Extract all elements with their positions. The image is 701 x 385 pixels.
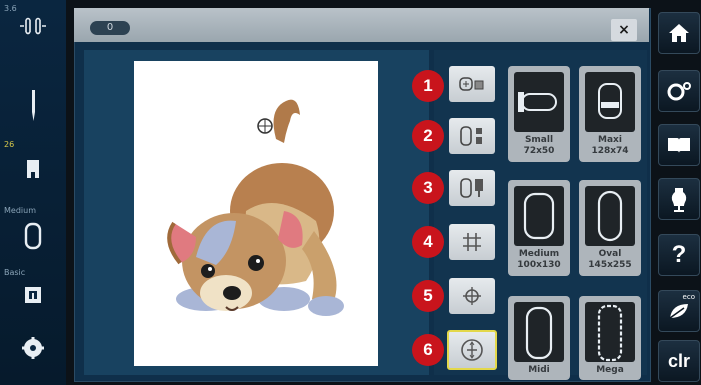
- hoop-size-label: Medium: [4, 206, 36, 215]
- tool-hoop-attach-button[interactable]: [449, 170, 495, 206]
- hoop-tile-mega[interactable]: Mega: [579, 296, 641, 380]
- home-button[interactable]: [658, 12, 700, 54]
- tension-icon[interactable]: [18, 16, 48, 41]
- badge-2: 2: [412, 120, 444, 152]
- hoop-tile-small[interactable]: Small 72x50: [508, 66, 570, 162]
- hoop-preview: [514, 302, 564, 362]
- needle-icon[interactable]: [18, 88, 48, 128]
- badge-3: 3: [412, 172, 444, 204]
- stitch-plate-icon[interactable]: [18, 284, 48, 312]
- leaf-icon: [669, 304, 688, 319]
- setup-button[interactable]: [658, 70, 700, 112]
- settings-icon: [667, 82, 691, 101]
- title-tab[interactable]: 0: [90, 21, 130, 35]
- badge-6: 6: [412, 334, 444, 366]
- tool-grid-button[interactable]: [449, 224, 495, 260]
- clear-button[interactable]: clr: [658, 340, 700, 382]
- center-cross-icon: [463, 287, 481, 305]
- hoop-name: Medium: [518, 249, 560, 259]
- hoop-attach-icon: [460, 178, 483, 198]
- hoop-name: Maxi: [598, 135, 622, 145]
- hoop-icon[interactable]: [18, 222, 48, 256]
- hoop-size: 72x50: [523, 146, 555, 156]
- help-button[interactable]: ?: [658, 234, 700, 276]
- grid-icon: [463, 233, 481, 251]
- hoop-size: 128x74: [591, 146, 629, 156]
- presser-foot-icon[interactable]: [18, 158, 48, 188]
- hoop-size: 145x255: [588, 260, 632, 270]
- hoop-tile-maxi[interactable]: Maxi 128x74: [579, 66, 641, 162]
- hoop-preview: [585, 72, 635, 132]
- hoop-view-icon: [459, 77, 484, 91]
- hoop-size: 100x130: [517, 260, 561, 270]
- hoop-preview: [514, 72, 564, 132]
- hoop-name: Oval: [598, 249, 622, 259]
- hoop-preview: [585, 302, 635, 362]
- speed-value: 3.6: [4, 4, 17, 13]
- tool-centering-button[interactable]: [447, 330, 497, 370]
- centering-icon: [461, 339, 483, 361]
- dress-form-icon: [671, 188, 687, 212]
- hoop-name: Small: [524, 135, 554, 145]
- hoop-preview: [514, 186, 564, 246]
- tool-center-button[interactable]: [449, 278, 495, 314]
- consultant-button[interactable]: [658, 178, 700, 220]
- tool-hoop-select-button[interactable]: [449, 118, 495, 154]
- hoop-tile-midi[interactable]: Midi: [508, 296, 570, 380]
- hoop-preview: [585, 186, 635, 246]
- bobbin-icon[interactable]: [18, 336, 48, 364]
- badge-1: 1: [412, 70, 444, 102]
- hoop-name: Mega: [596, 365, 624, 375]
- book-icon: [668, 138, 690, 153]
- eco-button[interactable]: eco: [658, 290, 700, 332]
- left-sidebar: 3.6 26 Medium Basic: [0, 0, 66, 385]
- hoop-tile-oval[interactable]: Oval 145x255: [579, 180, 641, 276]
- home-icon: [669, 24, 689, 42]
- hoop-select-icon: [460, 126, 482, 146]
- puppy-design-image: [167, 99, 344, 316]
- stitch-plate-label: Basic: [4, 268, 26, 277]
- hoop-name: Midi: [528, 365, 550, 375]
- tutorial-button[interactable]: [658, 124, 700, 166]
- embroidery-preview[interactable]: [134, 61, 378, 366]
- close-button[interactable]: ×: [611, 19, 637, 41]
- eco-label: eco: [682, 293, 695, 301]
- title-bar: [74, 8, 649, 42]
- stitch-number: 26: [4, 140, 15, 149]
- tool-hoop-view-button[interactable]: [449, 66, 495, 102]
- badge-5: 5: [412, 280, 444, 312]
- badge-4: 4: [412, 226, 444, 258]
- hoop-tile-medium[interactable]: Medium 100x130: [508, 180, 570, 276]
